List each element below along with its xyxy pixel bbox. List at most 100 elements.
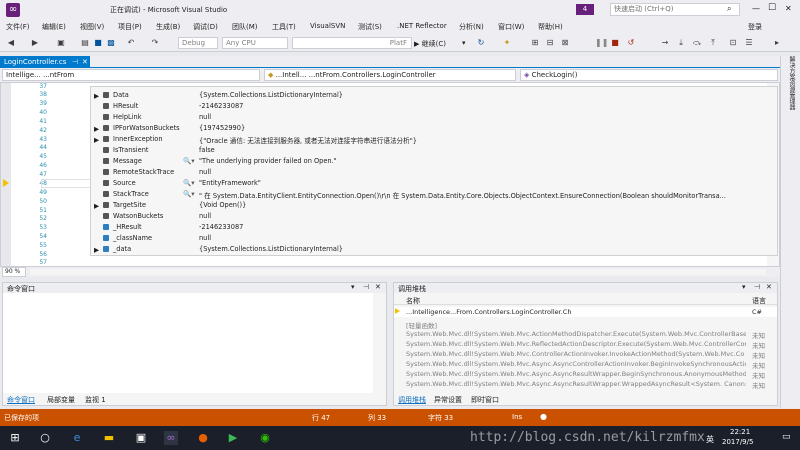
toolbox-icon[interactable]: ⊠ <box>560 38 570 48</box>
text-visualizer-icon[interactable]: 🔍▾ <box>183 190 195 198</box>
close-icon[interactable]: ✕ <box>766 283 772 291</box>
datatip-row[interactable]: WatsonBuckets null <box>91 211 771 222</box>
configuration-dropdown[interactable]: Debug <box>178 37 218 49</box>
save-icon[interactable]: ■ <box>93 38 103 48</box>
pane-scrollbar[interactable] <box>374 293 386 393</box>
step-out-icon[interactable]: ⤒ <box>708 38 718 48</box>
continue-dropdown-icon[interactable]: ▾ <box>462 39 466 47</box>
cortana-icon[interactable]: ○ <box>38 431 52 445</box>
save-all-icon[interactable]: ▩ <box>106 38 116 48</box>
menu-visualsvn[interactable]: VisualSVN <box>310 22 345 30</box>
refresh-icon[interactable]: ↻ <box>476 38 486 48</box>
more-icon[interactable]: ▸ <box>772 38 782 48</box>
startup-project-dropdown[interactable]: PlatF <box>292 37 412 49</box>
call-stack-top-row[interactable]: ...Intelligence...From.Controllers.Login… <box>394 307 777 317</box>
call-stack-row[interactable]: System.Web.Mvc.dll!System.Web.Mvc.Action… <box>394 329 777 340</box>
text-visualizer-icon[interactable]: 🔍▾ <box>183 157 195 165</box>
input-language[interactable]: 英 <box>706 434 714 445</box>
command-input-area[interactable] <box>3 293 373 393</box>
notifications-flag-icon[interactable]: 4 <box>576 4 594 15</box>
call-stack-row[interactable]: System.Web.Mvc.dll!System.Web.Mvc.Contro… <box>394 349 777 360</box>
call-stack-row[interactable]: System.Web.Mvc.dll!System.Web.Mvc.Async.… <box>394 379 777 390</box>
datatip-row[interactable]: Message 🔍▾ "The underlying provider failed… <box>91 156 771 167</box>
app-icon[interactable]: ▶ <box>226 431 240 445</box>
datatip-row[interactable]: ▶ Data {System.Collections.ListDictionaryI… <box>91 90 771 101</box>
step-into-icon[interactable]: ⤓ <box>676 38 686 48</box>
tab-command-window[interactable]: 命令窗口 <box>7 395 35 405</box>
platform-dropdown[interactable]: Any CPU <box>222 37 288 49</box>
call-stack-row[interactable]: [轻量函数] <box>394 319 777 330</box>
minimize-button[interactable]: — <box>752 4 760 13</box>
project-dropdown[interactable]: Intellige... ...ntFrom <box>2 69 260 81</box>
datatip-row[interactable]: _className null <box>91 233 771 244</box>
datatip-row[interactable]: _HResult -2146233087 <box>91 222 771 233</box>
dropdown-icon[interactable]: ▾ <box>351 283 355 291</box>
forward-icon[interactable]: ▶ <box>30 38 40 48</box>
continue-button[interactable]: ▶ 继续(C) <box>414 39 446 49</box>
browser-link-icon[interactable]: ✦ <box>502 38 512 48</box>
tab-immediate[interactable]: 即时窗口 <box>471 395 499 405</box>
tab-exception-settings[interactable]: 异常设置 <box>434 395 462 405</box>
zoom-dropdown[interactable]: 90 % <box>2 267 26 277</box>
wechat-icon[interactable]: ◉ <box>258 431 272 445</box>
class-dropdown[interactable]: ◆ ...Intell... ...ntFrom.Controllers.Log… <box>264 69 516 81</box>
step-over-icon[interactable]: ⤼ <box>692 38 702 48</box>
menu-build[interactable]: 生成(B) <box>156 22 180 32</box>
menu-debug[interactable]: 调试(D) <box>193 22 218 32</box>
datatip-row[interactable]: ▶ TargetSite {Void Open()} <box>91 200 771 211</box>
menu-analyze[interactable]: 分析(N) <box>459 22 484 32</box>
layout-icon[interactable]: ⊞ <box>530 38 540 48</box>
signin-link[interactable]: 登录 <box>748 22 762 32</box>
expand-arrow-icon[interactable]: ▶ <box>94 202 99 210</box>
pause-icon[interactable]: ❚❚ <box>595 38 608 48</box>
back-icon[interactable]: ◀ <box>6 38 16 48</box>
pin-icon[interactable]: ⊣ <box>363 283 369 291</box>
menu-window[interactable]: 窗口(W) <box>498 22 524 32</box>
datatip-row[interactable]: Source 🔍▾ "EntityFramework" <box>91 178 771 189</box>
search-icon[interactable]: ⌕ <box>727 4 731 14</box>
redo-icon[interactable]: ↷ <box>150 38 160 48</box>
datatip-row[interactable]: RemoteStackTrace null <box>91 167 771 178</box>
close-button[interactable]: ✕ <box>785 4 792 13</box>
horizontal-scrollbar[interactable] <box>30 269 766 275</box>
step-icon[interactable]: ⊟ <box>545 38 555 48</box>
threads-icon[interactable]: ☰ <box>744 38 754 48</box>
undo-icon[interactable]: ↶ <box>126 38 136 48</box>
visual-studio-icon[interactable]: ∞ <box>164 431 178 445</box>
menu-project[interactable]: 项目(P) <box>118 22 142 32</box>
show-next-statement-icon[interactable]: → <box>660 38 670 48</box>
menu-help[interactable]: 帮助(H) <box>538 22 563 32</box>
call-stack-row[interactable]: System.Web.Mvc.dll!System.Web.Mvc.Async.… <box>394 359 777 370</box>
menu-test[interactable]: 测试(S) <box>358 22 382 32</box>
tab-watch-1[interactable]: 监视 1 <box>85 395 106 405</box>
menu-file[interactable]: 文件(F) <box>6 22 30 32</box>
publish-icon[interactable]: ● <box>540 412 547 421</box>
menu-tools[interactable]: 工具(T) <box>272 22 296 32</box>
datatip-row[interactable]: StackTrace 🔍▾ " 在 System.Data.EntityClient… <box>91 189 771 200</box>
call-stack-row[interactable]: System.Web.Mvc.dll!System.Web.Mvc.Reflec… <box>394 339 777 350</box>
new-project-icon[interactable]: ▣ <box>56 38 66 48</box>
column-language-header[interactable]: 语言 <box>752 296 766 306</box>
notification-center-icon[interactable]: ▭ <box>782 432 791 442</box>
member-dropdown[interactable]: ◈ CheckLogin() <box>520 69 778 81</box>
store-icon[interactable]: ▣ <box>134 431 148 445</box>
expand-arrow-icon[interactable]: ▶ <box>94 246 99 254</box>
tab-locals[interactable]: 局部变量 <box>47 395 75 405</box>
column-name-header[interactable]: 名称 <box>406 296 420 306</box>
close-icon[interactable]: ✕ <box>375 283 381 291</box>
edge-icon[interactable]: e <box>70 431 84 445</box>
file-explorer-icon[interactable]: ▬ <box>102 431 116 445</box>
datatip-row[interactable]: ▶ _data {System.Collections.ListDictionary… <box>91 244 771 255</box>
start-icon[interactable]: ⊞ <box>8 431 22 445</box>
datatip-row[interactable]: IsTransient false <box>91 145 771 156</box>
dropdown-icon[interactable]: ▾ <box>742 283 746 291</box>
exception-datatip[interactable]: ▶ Data {System.Collections.ListDictionaryI… <box>90 86 778 256</box>
menu-team[interactable]: 团队(M) <box>232 22 258 32</box>
menu-reflector[interactable]: .NET Reflector <box>397 22 447 30</box>
menu-view[interactable]: 视图(V) <box>80 22 104 32</box>
datatip-row[interactable]: HelpLink null <box>91 112 771 123</box>
stop-icon[interactable]: ■ <box>610 38 620 48</box>
firefox-icon[interactable]: ● <box>196 431 210 445</box>
quick-launch-input[interactable]: 快速启动 (Ctrl+Q) <box>610 3 740 16</box>
hex-icon[interactable]: ⊡ <box>728 38 738 48</box>
